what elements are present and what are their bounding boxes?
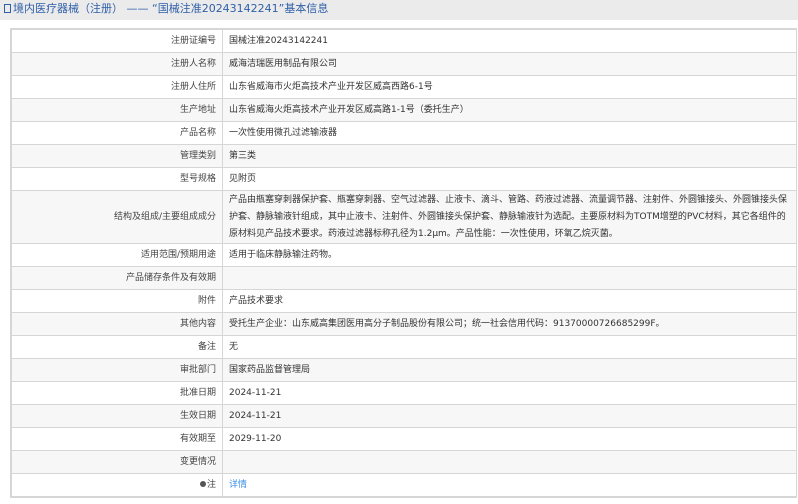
row-value: 详情 xyxy=(222,473,797,498)
table-row: 备注无 xyxy=(10,335,797,359)
row-value: 2024-11-21 xyxy=(222,404,797,428)
table-row: 注册人名称 威海洁瑞医用制品有限公司 xyxy=(10,52,797,76)
row-label: 审批部门 xyxy=(10,358,223,382)
row-label: 附件 xyxy=(10,289,223,313)
row-value: 国家药品监督管理局 xyxy=(222,358,797,382)
row-label: 注册人住所 xyxy=(10,75,223,99)
row-label: 结构及组成/主要组成成分 xyxy=(10,190,223,244)
row-value: 第三类 xyxy=(222,144,797,168)
row-label: 注册证编号 xyxy=(10,28,223,53)
table-row: 批准日期 2024-11-21 xyxy=(10,381,797,405)
row-label: 其他内容 xyxy=(10,312,223,336)
row-label: 注册人名称 xyxy=(10,52,223,76)
row-label: 批准日期 xyxy=(10,381,223,405)
row-label: 产品名称 xyxy=(10,121,223,145)
document-icon xyxy=(4,4,11,13)
table-row: 注册证编号 国械注准20243142241 xyxy=(10,28,797,53)
row-value: 2024-11-21 xyxy=(222,381,797,405)
row-value: 一次性使用微孔过滤输液器 xyxy=(222,121,797,145)
details-link[interactable]: 详情 xyxy=(229,480,247,490)
table-row: 适用范围/预期用途 适用于临床静脉输注药物。 xyxy=(10,243,797,267)
info-table: 注册证编号 国械注准20243142241 注册人名称 威海洁瑞医用制品有限公司 注册人… xyxy=(10,28,797,498)
table-row: 其他内容 受托生产企业：山东威高集团医用高分子制品股份有限公司；统一社会信用代码：… xyxy=(10,312,797,336)
table-row: 管理类别 第三类 xyxy=(10,144,797,168)
table-row: 生产地址 山东省威海火炬高技术产业开发区威高路1-1号（委托生产） xyxy=(10,98,797,122)
row-value: 适用于临床静脉输注药物。 xyxy=(222,243,797,267)
table-row: 产品储存条件及有效期 xyxy=(10,266,797,290)
row-label: 产品储存条件及有效期 xyxy=(10,266,223,290)
row-label: 生产地址 xyxy=(10,98,223,122)
row-label: 型号规格 xyxy=(10,167,223,191)
table-row: 审批部门 国家药品监督管理局 xyxy=(10,358,797,382)
row-label: 备注 xyxy=(10,335,223,359)
table-row: 附件 产品技术要求 xyxy=(10,289,797,313)
table-row: 有效期至 2029-11-20 xyxy=(10,427,797,451)
table-row: 结构及组成/主要组成成分 产品由瓶塞穿刺器保护套、瓶塞穿刺器、空气过滤器、止液卡、… xyxy=(10,190,797,244)
row-value: 产品技术要求 xyxy=(222,289,797,313)
row-label: 注 xyxy=(10,473,223,498)
row-value: 受托生产企业：山东威高集团医用高分子制品股份有限公司；统一社会信用代码：9137… xyxy=(222,312,797,336)
row-label: 变更情况 xyxy=(10,450,223,474)
row-value: 国械注准20243142241 xyxy=(222,28,797,53)
table-row-note: 注 详情 xyxy=(10,473,797,498)
row-value: 无 xyxy=(222,335,797,359)
table-row: 产品名称 一次性使用微孔过滤输液器 xyxy=(10,121,797,145)
row-value: 产品由瓶塞穿刺器保护套、瓶塞穿刺器、空气过滤器、止液卡、滴斗、管路、药液过滤器、… xyxy=(222,190,797,244)
row-value xyxy=(222,450,797,474)
row-label: 生效日期 xyxy=(10,404,223,428)
row-label: 管理类别 xyxy=(10,144,223,168)
row-label: 适用范围/预期用途 xyxy=(10,243,223,267)
row-value: 山东省威海火炬高技术产业开发区威高路1-1号（委托生产） xyxy=(222,98,797,122)
note-label: 注 xyxy=(206,479,216,490)
pin-icon xyxy=(199,480,206,487)
table-row: 型号规格 见附页 xyxy=(10,167,797,191)
table-row: 变更情况 xyxy=(10,450,797,474)
page-title-text: 境内医疗器械（注册） —— “国械注准20243142241”基本信息 xyxy=(13,2,329,15)
row-value: 威海洁瑞医用制品有限公司 xyxy=(222,52,797,76)
table-row: 注册人住所 山东省威海市火炬高技术产业开发区威高西路6-1号 xyxy=(10,75,797,99)
page-title: 境内医疗器械（注册） —— “国械注准20243142241”基本信息 xyxy=(0,0,798,20)
row-value: 2029-11-20 xyxy=(222,427,797,451)
row-value xyxy=(222,266,797,290)
row-value: 山东省威海市火炬高技术产业开发区威高西路6-1号 xyxy=(222,75,797,99)
row-label: 有效期至 xyxy=(10,427,223,451)
table-row: 生效日期 2024-11-21 xyxy=(10,404,797,428)
row-value: 见附页 xyxy=(222,167,797,191)
